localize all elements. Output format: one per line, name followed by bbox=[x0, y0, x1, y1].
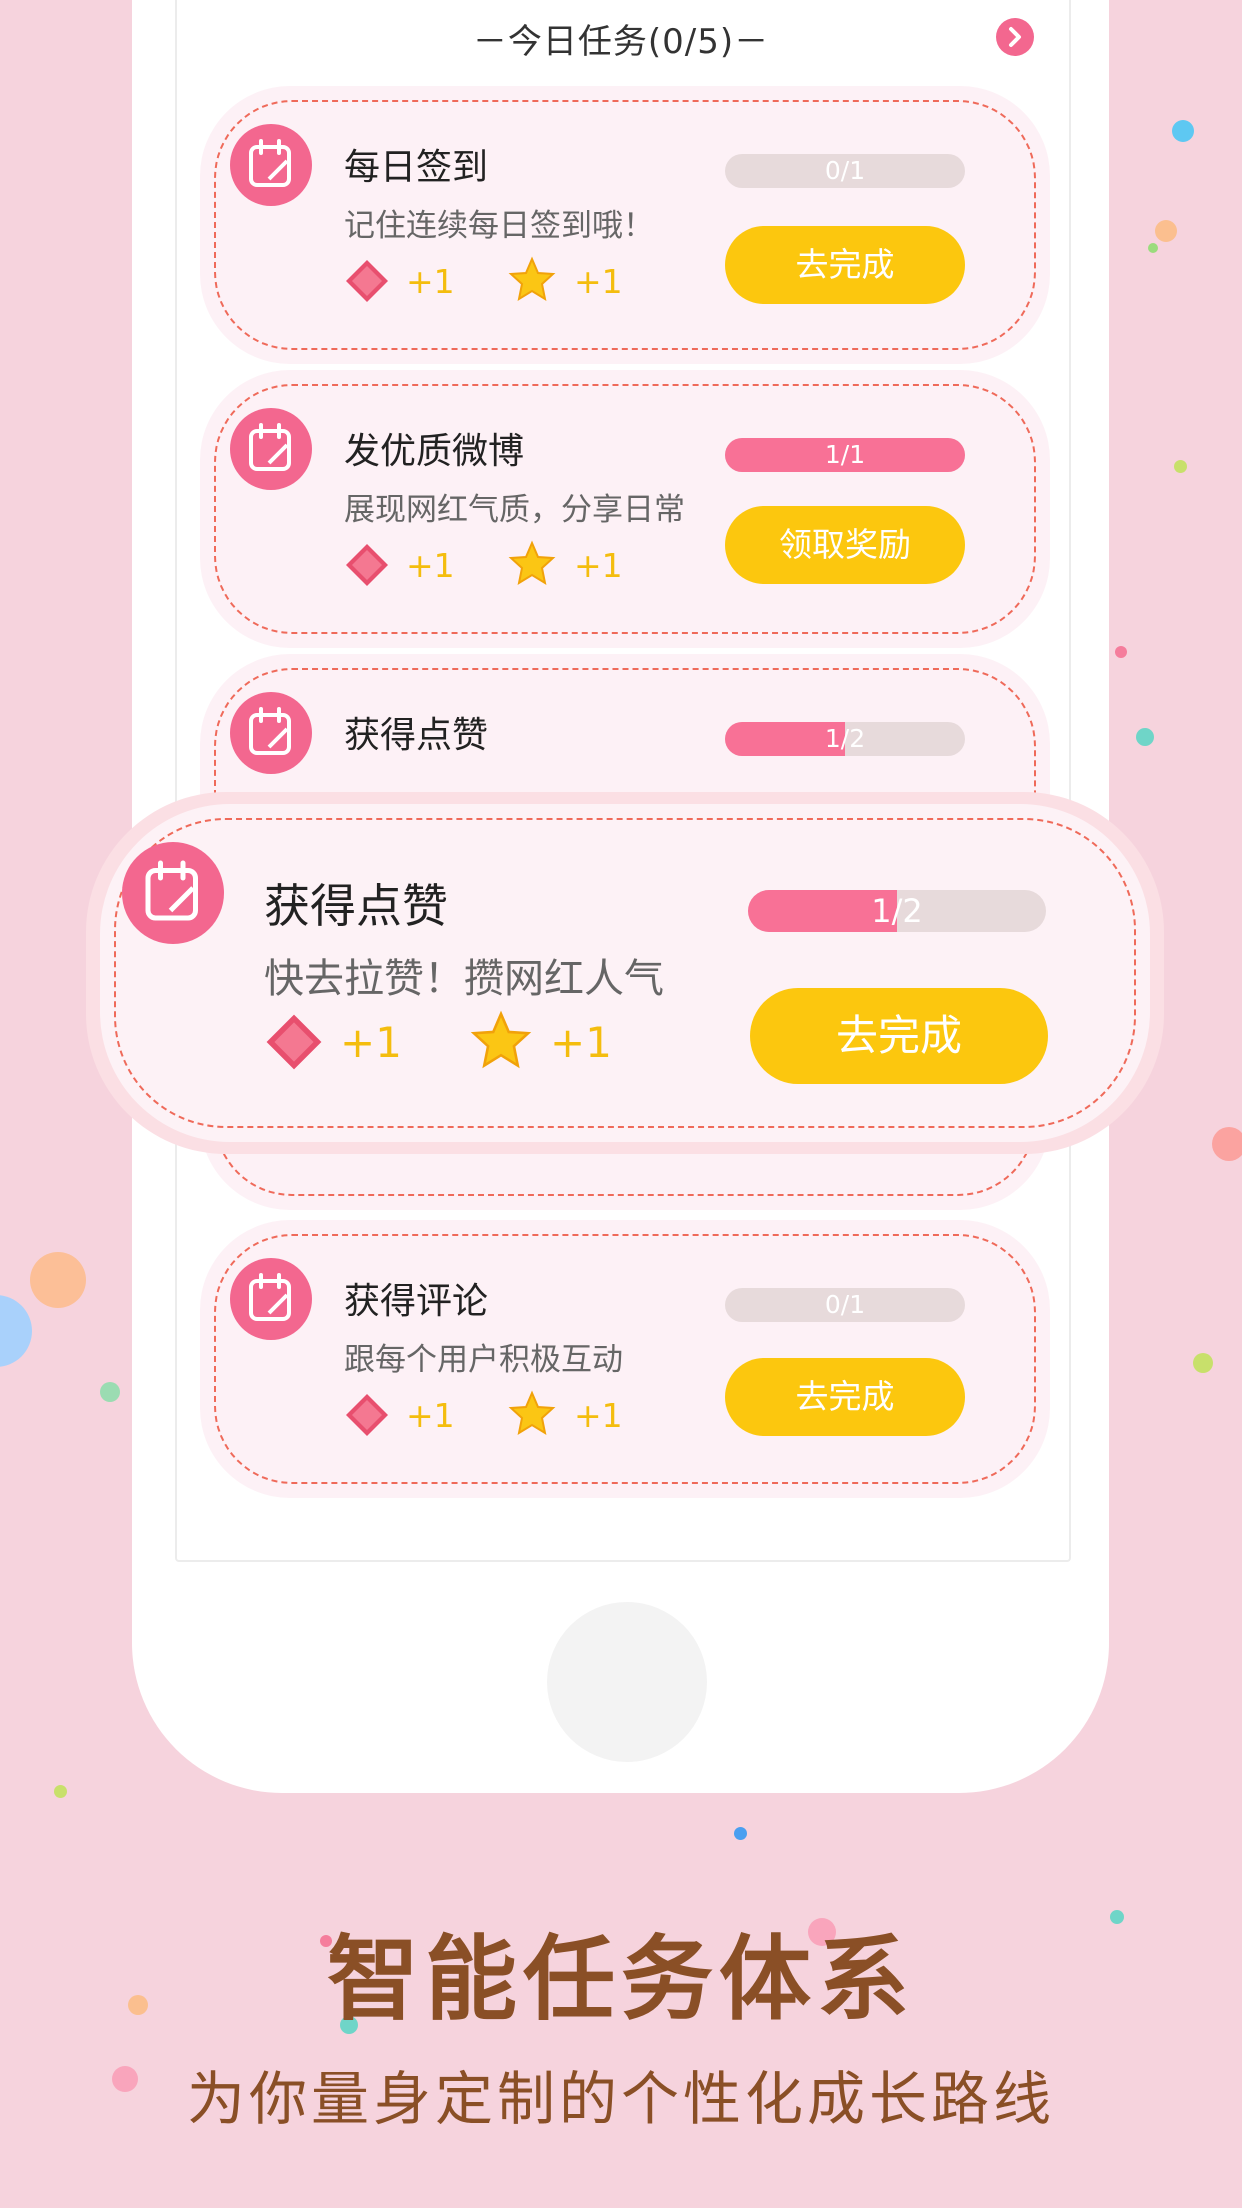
confetti-dot bbox=[1193, 1353, 1213, 1373]
highlighted-task-card: 获得点赞 快去拉赞！攒网红人气 +1 +1 1/2 去完成 bbox=[86, 792, 1164, 1154]
complete-task-button[interactable]: 去完成 bbox=[750, 988, 1048, 1084]
star-icon bbox=[508, 1390, 556, 1442]
progress-bar: 0/1 bbox=[725, 154, 965, 188]
promo-subtitle: 为你量身定制的个性化成长路线 bbox=[186, 2065, 1055, 2133]
star-icon bbox=[470, 1010, 532, 1076]
confetti-dot bbox=[100, 1382, 120, 1402]
progress-bar: 1/2 bbox=[725, 722, 965, 756]
star-reward-value: +1 bbox=[574, 262, 623, 301]
calendar-icon bbox=[230, 408, 312, 490]
task-title: 获得评论 bbox=[344, 1281, 489, 1322]
task-description: 跟每个用户积极互动 bbox=[344, 1342, 623, 1378]
confetti-dot bbox=[1174, 460, 1187, 473]
task-title: 获得点赞 bbox=[344, 715, 489, 756]
confetti-dot bbox=[734, 1827, 747, 1840]
progress-bar: 0/1 bbox=[725, 1288, 965, 1322]
star-reward-value: +1 bbox=[550, 1018, 612, 1067]
diamond-icon bbox=[344, 1392, 390, 1442]
confetti-dot bbox=[1115, 646, 1127, 658]
diamond-icon bbox=[344, 258, 390, 308]
section-title: －今日任务(0/5)－ bbox=[472, 22, 770, 62]
progress-text: 0/1 bbox=[824, 1290, 866, 1319]
progress-bar: 1/1 bbox=[725, 438, 965, 472]
confetti-dot bbox=[1136, 728, 1154, 746]
claim-reward-button[interactable]: 领取奖励 bbox=[725, 506, 965, 584]
task-title: 发优质微博 bbox=[344, 431, 525, 472]
promo-title: 智能任务体系 bbox=[326, 1926, 915, 2033]
confetti-dot bbox=[1155, 220, 1177, 242]
star-icon bbox=[508, 256, 556, 308]
highlighted-card-body: 获得点赞 快去拉赞！攒网红人气 +1 +1 1/2 去完成 bbox=[100, 804, 1150, 1142]
calendar-icon bbox=[230, 692, 312, 774]
confetti-dot bbox=[0, 1295, 32, 1367]
diamond-icon bbox=[264, 1012, 324, 1076]
task-description: 快去拉赞！攒网红人气 bbox=[264, 956, 664, 1002]
confetti-dot bbox=[1212, 1127, 1242, 1161]
star-icon bbox=[508, 540, 556, 592]
star-reward-value: +1 bbox=[574, 546, 623, 585]
calendar-icon bbox=[122, 842, 224, 944]
confetti-dot bbox=[1148, 243, 1158, 253]
confetti-dot bbox=[30, 1252, 86, 1308]
diamond-icon bbox=[344, 542, 390, 592]
chevron-right-icon[interactable] bbox=[996, 18, 1034, 56]
calendar-icon bbox=[230, 124, 312, 206]
task-description: 展现网红气质，分享日常 bbox=[344, 492, 685, 528]
task-card-post: 发优质微博 展现网红气质，分享日常 +1 +1 1/1 领取奖励 bbox=[200, 370, 1050, 648]
confetti-dot bbox=[54, 1785, 67, 1798]
progress-text: 1/2 bbox=[824, 724, 866, 753]
calendar-icon bbox=[230, 1258, 312, 1340]
complete-task-button[interactable]: 去完成 bbox=[725, 1358, 965, 1436]
task-description: 记住连续每日签到哦！ bbox=[344, 208, 654, 244]
progress-text: 1/2 bbox=[871, 892, 923, 930]
star-reward-value: +1 bbox=[574, 1396, 623, 1435]
progress-bar: 1/2 bbox=[748, 890, 1046, 932]
confetti-dot bbox=[1172, 120, 1194, 142]
progress-text: 1/1 bbox=[824, 440, 866, 469]
gem-reward-value: +1 bbox=[340, 1018, 402, 1067]
task-title: 获得点赞 bbox=[264, 879, 448, 933]
gem-reward-value: +1 bbox=[406, 1396, 455, 1435]
task-card-comments: 获得评论 跟每个用户积极互动 +1 +1 0/1 去完成 bbox=[200, 1220, 1050, 1498]
home-button[interactable] bbox=[547, 1602, 707, 1762]
gem-reward-value: +1 bbox=[406, 262, 455, 301]
gem-reward-value: +1 bbox=[406, 546, 455, 585]
complete-task-button[interactable]: 去完成 bbox=[725, 226, 965, 304]
task-card-checkin: 每日签到 记住连续每日签到哦！ +1 +1 0/1 去完成 bbox=[200, 86, 1050, 364]
progress-text: 0/1 bbox=[824, 156, 866, 185]
task-title: 每日签到 bbox=[344, 147, 489, 188]
